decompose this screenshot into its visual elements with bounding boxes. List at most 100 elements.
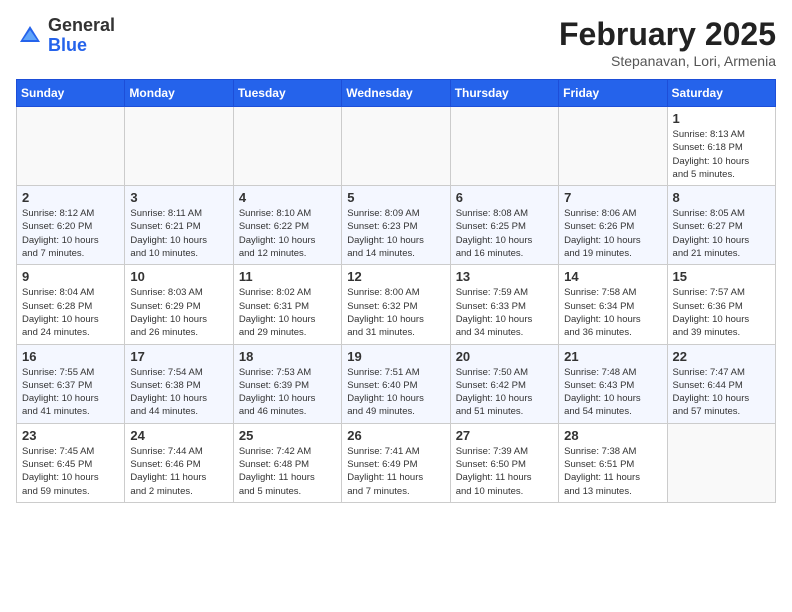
day-detail: Sunrise: 7:47 AM Sunset: 6:44 PM Dayligh… (673, 366, 770, 419)
calendar-day-cell: 10 Sunrise: 8:03 AM Sunset: 6:29 PM Dayli… (125, 265, 233, 344)
day-number: 4 (239, 190, 336, 205)
day-detail: Sunrise: 7:58 AM Sunset: 6:34 PM Dayligh… (564, 286, 661, 339)
day-number: 12 (347, 269, 444, 284)
day-number: 3 (130, 190, 227, 205)
calendar-day-cell: 19 Sunrise: 7:51 AM Sunset: 6:40 PM Dayli… (342, 344, 450, 423)
title-block: February 2025 Stepanavan, Lori, Armenia (559, 16, 776, 69)
day-detail: Sunrise: 7:50 AM Sunset: 6:42 PM Dayligh… (456, 366, 553, 419)
calendar-day-cell (17, 107, 125, 186)
calendar-day-cell: 2 Sunrise: 8:12 AM Sunset: 6:20 PM Daylig… (17, 186, 125, 265)
day-detail: Sunrise: 7:55 AM Sunset: 6:37 PM Dayligh… (22, 366, 119, 419)
day-number: 6 (456, 190, 553, 205)
day-number: 22 (673, 349, 770, 364)
day-detail: Sunrise: 8:13 AM Sunset: 6:18 PM Dayligh… (673, 128, 770, 181)
calendar-week-row: 2 Sunrise: 8:12 AM Sunset: 6:20 PM Daylig… (17, 186, 776, 265)
day-number: 24 (130, 428, 227, 443)
day-number: 25 (239, 428, 336, 443)
day-detail: Sunrise: 8:05 AM Sunset: 6:27 PM Dayligh… (673, 207, 770, 260)
day-number: 19 (347, 349, 444, 364)
day-number: 20 (456, 349, 553, 364)
day-detail: Sunrise: 7:53 AM Sunset: 6:39 PM Dayligh… (239, 366, 336, 419)
logo-blue: Blue (48, 35, 87, 55)
day-number: 1 (673, 111, 770, 126)
calendar-day-cell (233, 107, 341, 186)
calendar-table: SundayMondayTuesdayWednesdayThursdayFrid… (16, 79, 776, 503)
calendar-day-cell: 25 Sunrise: 7:42 AM Sunset: 6:48 PM Dayli… (233, 423, 341, 502)
calendar-day-cell: 18 Sunrise: 7:53 AM Sunset: 6:39 PM Dayli… (233, 344, 341, 423)
calendar-day-cell: 5 Sunrise: 8:09 AM Sunset: 6:23 PM Daylig… (342, 186, 450, 265)
day-detail: Sunrise: 8:03 AM Sunset: 6:29 PM Dayligh… (130, 286, 227, 339)
day-number: 17 (130, 349, 227, 364)
calendar-day-cell: 17 Sunrise: 7:54 AM Sunset: 6:38 PM Dayli… (125, 344, 233, 423)
calendar-day-cell: 28Sunrise: 7:38 AM Sunset: 6:51 PM Dayli… (559, 423, 667, 502)
day-number: 9 (22, 269, 119, 284)
day-number: 7 (564, 190, 661, 205)
weekday-header-saturday: Saturday (667, 80, 775, 107)
weekday-header-monday: Monday (125, 80, 233, 107)
day-number: 5 (347, 190, 444, 205)
day-number: 8 (673, 190, 770, 205)
day-number: 13 (456, 269, 553, 284)
day-detail: Sunrise: 7:41 AM Sunset: 6:49 PM Dayligh… (347, 445, 444, 498)
logo: General Blue (16, 16, 115, 56)
calendar-week-row: 23 Sunrise: 7:45 AM Sunset: 6:45 PM Dayli… (17, 423, 776, 502)
calendar-day-cell: 12 Sunrise: 8:00 AM Sunset: 6:32 PM Dayli… (342, 265, 450, 344)
day-number: 28 (564, 428, 661, 443)
weekday-header-sunday: Sunday (17, 80, 125, 107)
calendar-day-cell (450, 107, 558, 186)
weekday-header-wednesday: Wednesday (342, 80, 450, 107)
calendar-day-cell: 26 Sunrise: 7:41 AM Sunset: 6:49 PM Dayli… (342, 423, 450, 502)
calendar-day-cell: 20 Sunrise: 7:50 AM Sunset: 6:42 PM Dayli… (450, 344, 558, 423)
day-detail: Sunrise: 8:11 AM Sunset: 6:21 PM Dayligh… (130, 207, 227, 260)
day-detail: Sunrise: 8:00 AM Sunset: 6:32 PM Dayligh… (347, 286, 444, 339)
day-detail: Sunrise: 7:42 AM Sunset: 6:48 PM Dayligh… (239, 445, 336, 498)
day-detail: Sunrise: 7:45 AM Sunset: 6:45 PM Dayligh… (22, 445, 119, 498)
weekday-header-row: SundayMondayTuesdayWednesdayThursdayFrid… (17, 80, 776, 107)
calendar-day-cell: 13Sunrise: 7:59 AM Sunset: 6:33 PM Dayli… (450, 265, 558, 344)
day-detail: Sunrise: 8:09 AM Sunset: 6:23 PM Dayligh… (347, 207, 444, 260)
calendar-day-cell: 11 Sunrise: 8:02 AM Sunset: 6:31 PM Dayli… (233, 265, 341, 344)
calendar-title: February 2025 (559, 16, 776, 53)
calendar-day-cell (559, 107, 667, 186)
calendar-day-cell: 14Sunrise: 7:58 AM Sunset: 6:34 PM Dayli… (559, 265, 667, 344)
day-detail: Sunrise: 8:04 AM Sunset: 6:28 PM Dayligh… (22, 286, 119, 339)
calendar-week-row: 1 Sunrise: 8:13 AM Sunset: 6:18 PM Daylig… (17, 107, 776, 186)
calendar-day-cell: 24 Sunrise: 7:44 AM Sunset: 6:46 PM Dayli… (125, 423, 233, 502)
weekday-header-tuesday: Tuesday (233, 80, 341, 107)
day-number: 10 (130, 269, 227, 284)
calendar-day-cell (125, 107, 233, 186)
calendar-day-cell: 6 Sunrise: 8:08 AM Sunset: 6:25 PM Daylig… (450, 186, 558, 265)
day-detail: Sunrise: 7:57 AM Sunset: 6:36 PM Dayligh… (673, 286, 770, 339)
calendar-day-cell: 21Sunrise: 7:48 AM Sunset: 6:43 PM Dayli… (559, 344, 667, 423)
day-detail: Sunrise: 7:54 AM Sunset: 6:38 PM Dayligh… (130, 366, 227, 419)
calendar-day-cell: 7Sunrise: 8:06 AM Sunset: 6:26 PM Daylig… (559, 186, 667, 265)
day-detail: Sunrise: 8:12 AM Sunset: 6:20 PM Dayligh… (22, 207, 119, 260)
calendar-week-row: 9 Sunrise: 8:04 AM Sunset: 6:28 PM Daylig… (17, 265, 776, 344)
day-detail: Sunrise: 8:08 AM Sunset: 6:25 PM Dayligh… (456, 207, 553, 260)
day-number: 16 (22, 349, 119, 364)
day-number: 26 (347, 428, 444, 443)
day-detail: Sunrise: 8:10 AM Sunset: 6:22 PM Dayligh… (239, 207, 336, 260)
day-number: 27 (456, 428, 553, 443)
calendar-subtitle: Stepanavan, Lori, Armenia (559, 53, 776, 69)
weekday-header-friday: Friday (559, 80, 667, 107)
day-number: 11 (239, 269, 336, 284)
day-detail: Sunrise: 8:02 AM Sunset: 6:31 PM Dayligh… (239, 286, 336, 339)
calendar-day-cell: 16 Sunrise: 7:55 AM Sunset: 6:37 PM Dayli… (17, 344, 125, 423)
day-detail: Sunrise: 7:44 AM Sunset: 6:46 PM Dayligh… (130, 445, 227, 498)
day-number: 15 (673, 269, 770, 284)
calendar-day-cell: 15 Sunrise: 7:57 AM Sunset: 6:36 PM Dayli… (667, 265, 775, 344)
logo-general: General (48, 15, 115, 35)
day-detail: Sunrise: 7:48 AM Sunset: 6:43 PM Dayligh… (564, 366, 661, 419)
day-number: 2 (22, 190, 119, 205)
day-detail: Sunrise: 7:51 AM Sunset: 6:40 PM Dayligh… (347, 366, 444, 419)
calendar-day-cell (667, 423, 775, 502)
calendar-day-cell (342, 107, 450, 186)
day-number: 23 (22, 428, 119, 443)
calendar-day-cell: 8 Sunrise: 8:05 AM Sunset: 6:27 PM Daylig… (667, 186, 775, 265)
calendar-day-cell: 3 Sunrise: 8:11 AM Sunset: 6:21 PM Daylig… (125, 186, 233, 265)
calendar-day-cell: 23 Sunrise: 7:45 AM Sunset: 6:45 PM Dayli… (17, 423, 125, 502)
calendar-day-cell: 9 Sunrise: 8:04 AM Sunset: 6:28 PM Daylig… (17, 265, 125, 344)
logo-icon (16, 22, 44, 50)
day-number: 18 (239, 349, 336, 364)
